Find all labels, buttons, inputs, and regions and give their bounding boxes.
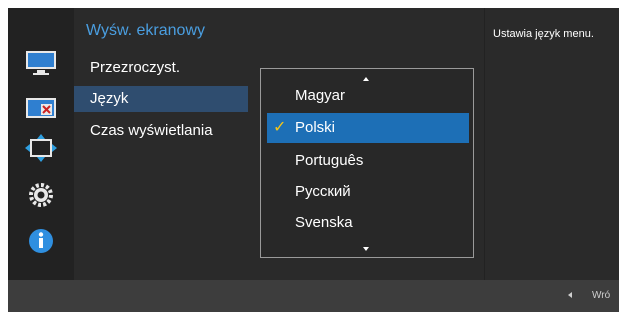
scroll-down-icon[interactable] — [363, 247, 369, 251]
option-label: Русский — [295, 183, 351, 200]
back-button[interactable]: Wró — [568, 290, 610, 301]
language-option-svenska[interactable]: Svenska — [261, 208, 473, 238]
size-position-icon[interactable] — [24, 133, 58, 163]
icon-sidebar — [8, 8, 74, 280]
option-label: Magyar — [295, 87, 346, 104]
option-label: Svenska — [295, 214, 353, 231]
menu-item-transparency[interactable]: Przezroczyst. — [74, 55, 180, 81]
help-panel: Ustawia język menu. — [485, 8, 619, 280]
option-label: Português — [295, 152, 364, 169]
language-dropdown[interactable]: Magyar ✓ Polski Português Русский Svensk… — [260, 68, 474, 258]
language-option-portugues[interactable]: Português — [261, 146, 473, 176]
menu-title: Wyśw. ekranowy — [86, 22, 205, 39]
option-label: Polski — [295, 119, 336, 136]
osd-window: Wyśw. ekranowy Przezroczyst. Język Czas … — [8, 8, 619, 312]
footer-bar: Wró — [8, 280, 619, 312]
color-icon[interactable] — [24, 94, 58, 124]
left-arrow-icon — [568, 292, 572, 299]
back-label: Wró — [592, 290, 611, 301]
menu-item-display-time[interactable]: Czas wyświetlania — [74, 118, 213, 144]
settings-icon[interactable] — [24, 180, 58, 210]
info-icon[interactable] — [24, 226, 58, 256]
language-option-polski[interactable]: ✓ Polski — [267, 113, 469, 143]
checkmark-icon: ✓ — [273, 119, 287, 136]
language-option-magyar[interactable]: Magyar — [261, 81, 473, 111]
main-panel: Wyśw. ekranowy Przezroczyst. Język Czas … — [74, 8, 484, 280]
menu-item-language[interactable]: Język — [74, 86, 248, 112]
picture-icon[interactable] — [24, 48, 58, 78]
help-text: Ustawia język menu. — [493, 28, 594, 40]
language-option-russian[interactable]: Русский — [261, 177, 473, 207]
